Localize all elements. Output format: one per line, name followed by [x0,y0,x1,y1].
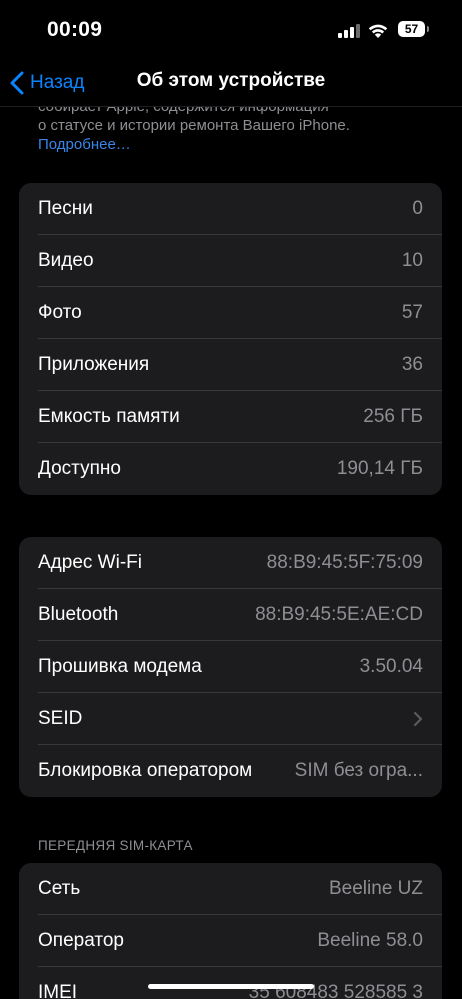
row-apps: Приложения 36 [19,339,442,391]
row-photos: Фото 57 [19,287,442,339]
status-time: 00:09 [47,18,103,41]
row-videos: Видео 10 [19,235,442,287]
row-imei: IMEI 35 608483 528585 3 [38,982,423,999]
storage-group: Песни 0 Видео 10 Фото 57 Приложения 36 Е… [19,183,442,495]
sim-section-header: ПЕРЕДНЯЯ SIM-КАРТА [38,838,193,853]
network-group: Адрес Wi-Fi 88:B9:45:5F:75:09 Bluetooth … [19,537,442,797]
cellular-signal-icon [338,24,362,38]
battery-cap [427,26,429,32]
wifi-icon [367,21,389,39]
home-indicator[interactable] [148,984,314,989]
navigation-bar: Назад Об этом устройстве [0,60,462,107]
page-title: Об этом устройстве [136,70,326,91]
row-bluetooth: Bluetooth 88:B9:45:5E:AE:CD [19,589,442,641]
intro-text-line2: о статусе и истории ремонта Вашего iPhon… [38,117,350,134]
battery-icon: 57 [398,21,425,37]
row-capacity: Емкость памяти 256 ГБ [19,391,442,443]
row-network: Сеть Beeline UZ [19,863,442,915]
chevron-right-icon [413,711,423,727]
row-carrier: Оператор Beeline 58.0 [19,915,442,967]
row-seid[interactable]: SEID [19,693,442,745]
sim-group: Сеть Beeline UZ Оператор Beeline 58.0 IM… [19,863,442,999]
row-available: Доступно 190,14 ГБ [38,458,423,479]
row-wifi-address: Адрес Wi-Fi 88:B9:45:5F:75:09 [19,537,442,589]
row-modem-firmware: Прошивка модема 3.50.04 [19,641,442,693]
row-carrier-lock: Блокировка оператором SIM без огра... [38,760,423,781]
row-songs: Песни 0 [19,183,442,235]
status-bar: 00:09 57 [0,0,462,60]
more-link[interactable]: Подробнее… [38,135,438,154]
